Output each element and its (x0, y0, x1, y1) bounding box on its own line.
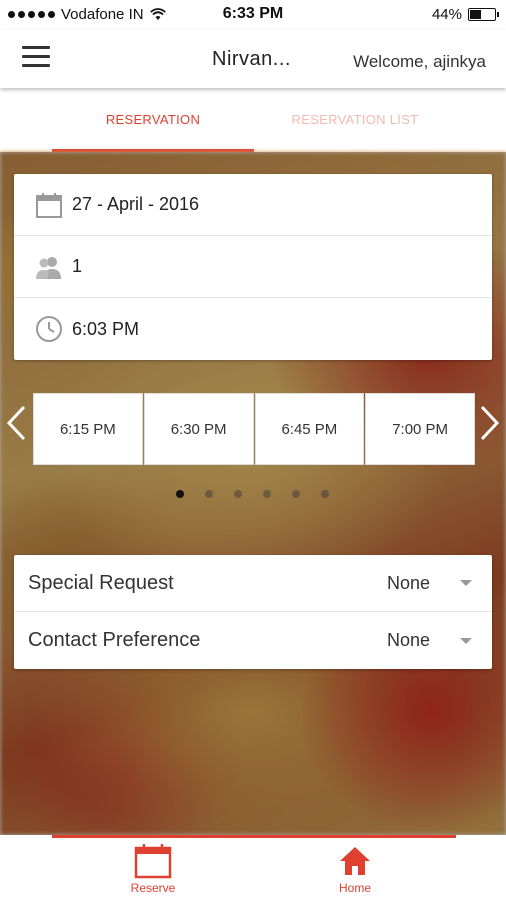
battery-level (470, 10, 481, 19)
people-icon (34, 252, 64, 282)
guests-field[interactable]: 1 (14, 236, 492, 298)
contact-preference-select[interactable]: Contact Preference None (14, 612, 492, 669)
tab-bar: RESERVATION RESERVATION LIST (0, 88, 506, 152)
tab-reservation[interactable]: RESERVATION (52, 88, 254, 152)
nav-home-label: Home (338, 881, 371, 895)
status-bar: Vodafone IN 6:33 PM 44% (0, 0, 506, 30)
page-dot[interactable] (205, 490, 213, 498)
date-value: 27 - April - 2016 (72, 194, 200, 214)
chevron-right-icon[interactable] (478, 403, 502, 443)
battery-percent: 44% (431, 6, 462, 23)
special-request-value: None (386, 572, 430, 593)
dropdown-caret-icon (460, 580, 472, 586)
time-slot[interactable]: 7:00 PM (365, 393, 475, 465)
page-dot[interactable] (321, 490, 329, 498)
page-dot[interactable] (263, 490, 271, 498)
time-slot[interactable]: 6:45 PM (254, 393, 365, 465)
time-value: 6:03 PM (72, 318, 140, 339)
special-request-select[interactable]: Special Request None (14, 555, 492, 612)
contact-preference-value: None (386, 630, 430, 650)
bottom-nav: Reserve Home (0, 835, 506, 900)
welcome-text: Welcome, ajinkya (353, 52, 486, 71)
reservation-form: 27 - April - 2016 1 6:03 PM (14, 174, 492, 360)
time-slot[interactable]: 6:30 PM (143, 393, 254, 465)
battery-icon (468, 8, 499, 21)
nav-reserve[interactable]: Reserve (93, 843, 213, 895)
menu-icon[interactable] (22, 46, 50, 68)
tab-reservation-list[interactable]: RESERVATION LIST (254, 88, 456, 152)
page-dot[interactable] (176, 490, 184, 498)
app-title: Nirvan... (212, 48, 291, 70)
chevron-left-icon[interactable] (4, 403, 28, 443)
page-dot[interactable] (234, 490, 242, 498)
dropdown-caret-icon (460, 637, 472, 644)
time-slot[interactable]: 6:15 PM (33, 393, 143, 465)
preferences-form: Special Request None Contact Preference … (14, 555, 492, 669)
page-indicator (176, 490, 329, 498)
special-request-label: Special Request (28, 571, 174, 594)
home-icon (295, 843, 415, 879)
date-field[interactable]: 27 - April - 2016 (14, 174, 492, 236)
calendar-icon (93, 843, 213, 879)
status-time: 6:33 PM (222, 5, 284, 22)
contact-preference-label: Contact Preference (28, 629, 201, 651)
bottom-nav-divider (52, 835, 456, 838)
app-bar: Nirvan... Welcome, ajinkya (0, 30, 506, 88)
time-slot-carousel: 6:15 PM 6:30 PM 6:45 PM 7:00 PM (33, 393, 475, 465)
clock-icon (34, 314, 64, 344)
calendar-icon (34, 190, 64, 220)
page-dot[interactable] (292, 490, 300, 498)
nav-reserve-label: Reserve (130, 881, 176, 895)
battery-info: 44% (431, 6, 499, 23)
nav-home[interactable]: Home (295, 843, 415, 895)
guests-value: 1 (72, 256, 83, 276)
time-field[interactable]: 6:03 PM (14, 298, 492, 360)
